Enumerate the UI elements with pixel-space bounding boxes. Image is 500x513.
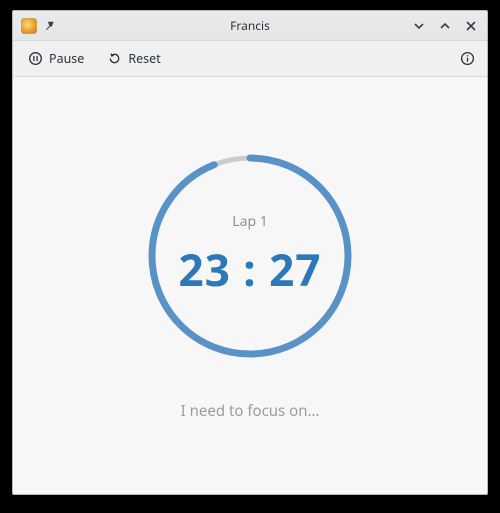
pause-button[interactable]: Pause [23,46,88,71]
timer-area: Lap 1 23 : 27 I need to focus on… [13,77,487,494]
maximize-button[interactable] [437,18,453,34]
about-button[interactable] [457,49,477,69]
info-icon [460,51,475,66]
close-button[interactable] [463,18,479,34]
app-window: Francis Pause [12,10,488,495]
titlebar[interactable]: Francis [13,11,487,41]
reset-label: Reset [128,50,160,67]
reset-button[interactable]: Reset [102,46,164,71]
focus-placeholder[interactable]: I need to focus on… [181,401,320,421]
app-icon [21,18,37,34]
pause-label: Pause [49,50,84,67]
pin-icon[interactable] [43,19,57,33]
progress-ring: Lap 1 23 : 27 [145,151,355,361]
reset-icon [106,51,122,67]
minimize-button[interactable] [411,18,427,34]
toolbar: Pause Reset [13,41,487,77]
pause-icon [27,51,43,67]
